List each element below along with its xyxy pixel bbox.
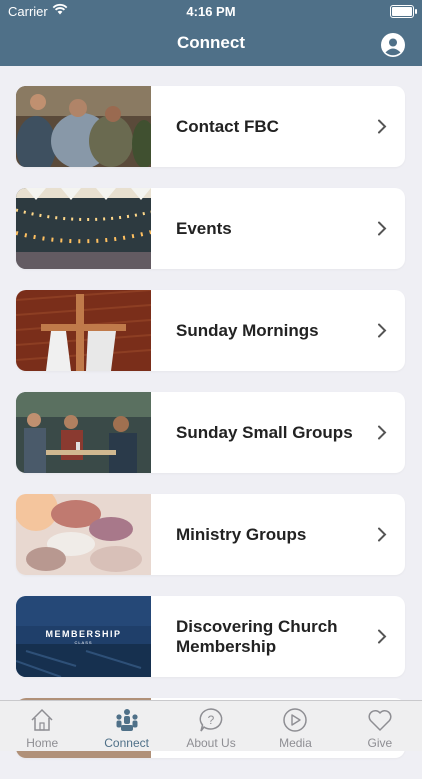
list-item-label: Sunday Mornings	[176, 320, 319, 340]
chevron-right-icon	[378, 629, 387, 644]
list-item-discovering-church-membership[interactable]: MEMBERSHIP CLASS Discovering Church Memb…	[16, 596, 405, 677]
chevron-right-icon	[378, 527, 387, 542]
tab-label: Media	[279, 736, 312, 750]
chevron-right-icon	[378, 323, 387, 338]
page-title: Connect	[177, 33, 245, 52]
status-time: 4:16 PM	[186, 4, 236, 19]
battery-icon	[390, 5, 417, 18]
heart-icon	[368, 709, 392, 731]
tab-give[interactable]: Give	[338, 701, 422, 751]
tab-label: About Us	[186, 736, 236, 750]
list-item-label: Contact FBC	[176, 116, 279, 136]
hands-together-photo	[16, 494, 151, 575]
tab-label: Home	[26, 736, 59, 750]
home-icon	[31, 708, 53, 731]
tab-home[interactable]: Home	[0, 701, 84, 751]
connect-list: Contact FBC Events Sunday Mornings Sunda…	[16, 86, 405, 779]
question-bubble-icon: ?	[199, 708, 223, 732]
list-item-sunday-mornings[interactable]: Sunday Mornings	[16, 290, 405, 371]
list-item-ministry-groups[interactable]: Ministry Groups	[16, 494, 405, 575]
string-lights-photo	[16, 188, 151, 269]
tab-about-us[interactable]: ? About Us	[169, 701, 253, 751]
list-item-contact-fbc[interactable]: Contact FBC	[16, 86, 405, 167]
chevron-right-icon	[378, 221, 387, 236]
tab-connect[interactable]: Connect	[84, 701, 168, 751]
status-bar: Carrier 4:16 PM	[0, 0, 422, 22]
membership-image-text: MEMBERSHIP	[45, 629, 121, 639]
header: Carrier 4:16 PM Connect	[0, 0, 422, 66]
membership-class-photo: MEMBERSHIP CLASS	[16, 596, 151, 677]
people-hugging-photo	[16, 86, 151, 167]
list-item-events[interactable]: Events	[16, 188, 405, 269]
tab-media[interactable]: Media	[253, 701, 337, 751]
people-at-table-photo	[16, 392, 151, 473]
tab-label: Give	[367, 736, 393, 750]
tab-label: Connect	[104, 736, 149, 750]
chevron-right-icon	[378, 425, 387, 440]
play-circle-icon	[283, 708, 308, 732]
membership-image-subtext: CLASS	[74, 640, 92, 645]
person-icon	[381, 33, 405, 57]
tab-bar: Home Connect ? About Us Media Give	[0, 700, 422, 751]
profile-button[interactable]	[381, 33, 405, 57]
chevron-right-icon	[378, 119, 387, 134]
svg-text:?: ?	[208, 713, 215, 727]
list-item-label: Discovering Church Membership	[176, 616, 338, 656]
list-item-label: Sunday Small Groups	[176, 422, 353, 442]
people-group-icon	[116, 709, 138, 731]
list-item-label: Events	[176, 218, 232, 238]
list-item-label: Ministry Groups	[176, 524, 307, 544]
list-item-sunday-small-groups[interactable]: Sunday Small Groups	[16, 392, 405, 473]
cross-on-wall-photo	[16, 290, 151, 371]
